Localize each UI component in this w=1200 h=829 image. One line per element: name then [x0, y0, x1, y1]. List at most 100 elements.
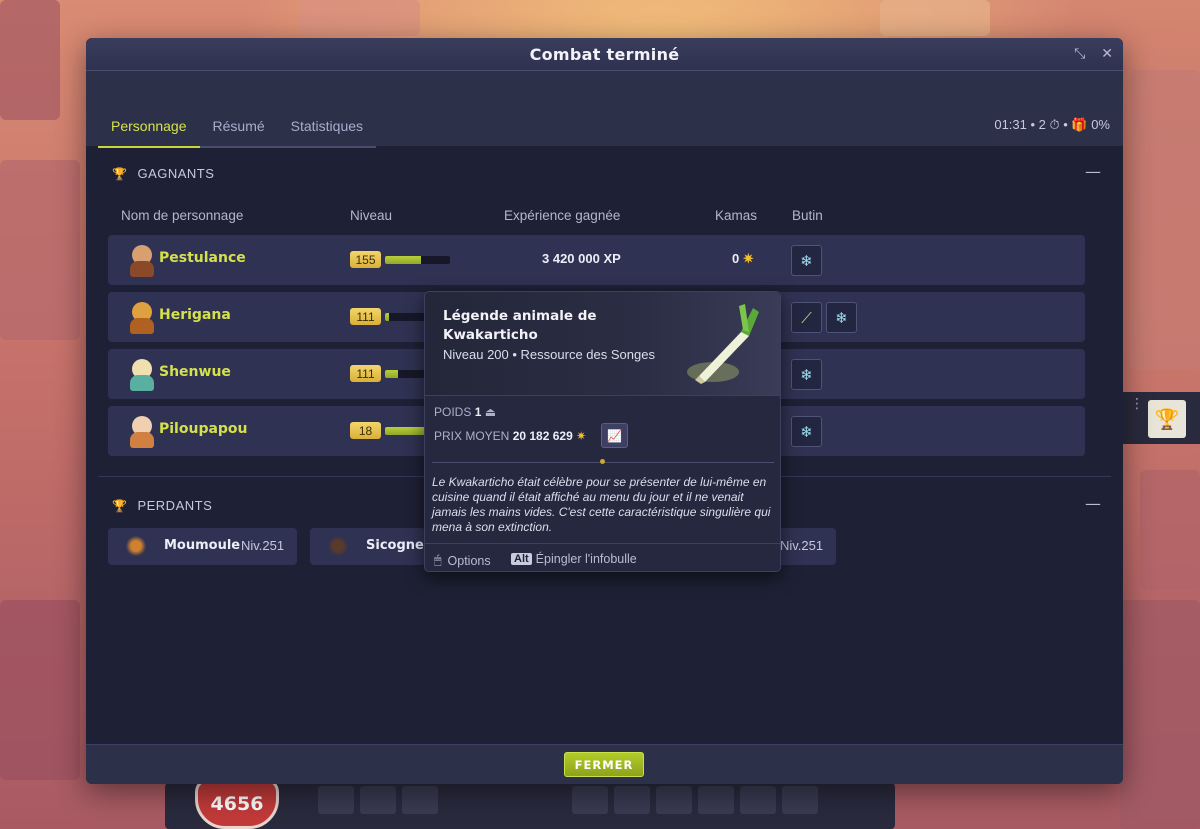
options-hint[interactable]: 🖱 Options	[434, 553, 491, 568]
character-name[interactable]: Herigana	[159, 307, 231, 323]
loser-card[interactable]: Niv.251	[776, 528, 836, 565]
item-name: Légende animale de Kwakarticho	[443, 308, 597, 343]
health-points-badge: 4656	[195, 778, 279, 829]
character-avatar	[126, 357, 156, 391]
spell-slot[interactable]	[740, 786, 776, 814]
close-button[interactable]: FERMER	[564, 752, 644, 777]
column-header-name: Nom de personnage	[121, 208, 244, 223]
spell-slot[interactable]	[698, 786, 734, 814]
winner-row[interactable]: Pestulance 155 3 420 000 XP 0 ✷ ❄	[108, 235, 1085, 285]
item-subtitle: Niveau 200 • Ressource des Songes	[443, 347, 655, 362]
loot-item-slot[interactable]: ❄	[791, 359, 822, 390]
loser-card[interactable]: Sicogne	[310, 528, 425, 565]
losers-header: 🏆 PERDANTS	[112, 498, 212, 513]
loot-item-slot[interactable]: ❄	[791, 245, 822, 276]
loser-card[interactable]: Moumoule Niv.251	[108, 528, 297, 565]
level-badge: 18	[350, 422, 381, 439]
loser-name[interactable]: Sicogne	[366, 538, 424, 553]
xp-progress-fill	[385, 313, 389, 321]
trophy-icon: 🏆	[112, 498, 128, 513]
background-rock	[0, 600, 80, 780]
loser-level: Niv.251	[241, 538, 285, 553]
leek-icon: ⟋	[801, 308, 812, 327]
mouse-icon: 🖱	[434, 553, 442, 567]
spell-slot[interactable]	[402, 786, 438, 814]
weight-row: POIDS 1 ⏏	[434, 405, 496, 419]
tab-statistiques[interactable]: Statistiques	[277, 118, 377, 148]
tab-personnage[interactable]: Personnage	[98, 118, 200, 148]
price-label: PRIX MOYEN	[434, 429, 510, 443]
loser-level: Niv.251	[780, 538, 824, 553]
collapse-losers-button[interactable]: —	[1085, 494, 1101, 513]
column-header-level: Niveau	[350, 208, 393, 223]
alt-key-badge: Alt	[511, 553, 532, 565]
loot-item-icon: ❄	[835, 308, 848, 327]
health-points-value: 4656	[210, 792, 264, 815]
footer-bar: FERMER	[86, 744, 1123, 784]
combat-meta: 01:31 • 2 ⏱ • 🎁 0%	[994, 117, 1110, 132]
character-avatar	[126, 300, 156, 334]
tab-bar: Personnage Résumé Statistiques	[98, 118, 377, 148]
pin-hint[interactable]: Alt Épingler l'infobulle	[511, 552, 637, 566]
leek-icon	[687, 304, 759, 384]
loot-item-slot[interactable]: ❄	[791, 416, 822, 447]
loot-item-icon: ❄	[800, 422, 813, 441]
winners-title: GAGNANTS	[137, 166, 215, 181]
character-name[interactable]: Pestulance	[159, 250, 246, 266]
collapse-winners-button[interactable]: —	[1085, 162, 1101, 181]
spell-slot[interactable]	[318, 786, 354, 814]
winners-header: 🏆 GAGNANTS	[112, 166, 214, 181]
kamas-gained: 0 ✷	[732, 251, 754, 267]
tab-resume[interactable]: Résumé	[199, 118, 278, 148]
xp-progress-fill	[385, 370, 398, 378]
level-badge: 111	[350, 308, 381, 325]
tooltip-footer: 🖱 Options Alt Épingler l'infobulle	[425, 543, 780, 572]
window-title: Combat terminé	[529, 44, 680, 64]
column-header-loot: Butin	[792, 208, 823, 223]
item-tooltip: Légende animale de Kwakarticho Niveau 20…	[424, 291, 781, 572]
background-rock	[300, 0, 420, 36]
level-badge: 111	[350, 365, 381, 382]
more-options-icon[interactable]: ⋮	[1130, 396, 1144, 412]
price-chart-button[interactable]: 📈	[601, 423, 628, 448]
loot-item-slot[interactable]: ⟋	[791, 302, 822, 333]
spell-slot[interactable]	[360, 786, 396, 814]
xp-progress-fill	[385, 256, 421, 264]
xp-progress-bar	[385, 256, 450, 264]
character-avatar	[326, 534, 350, 558]
character-name[interactable]: Piloupapou	[159, 421, 248, 437]
background-rock	[1120, 600, 1200, 829]
spell-slot[interactable]	[572, 786, 608, 814]
spell-slot[interactable]	[656, 786, 692, 814]
trophy-icon: 🏆	[1148, 400, 1186, 438]
price-row: PRIX MOYEN 20 182 629 ✷	[434, 429, 586, 443]
loser-name[interactable]: Moumoule	[164, 538, 240, 553]
weight-value: 1	[474, 405, 482, 419]
price-value: 20 182 629	[512, 429, 573, 443]
timeline-widget[interactable]: ⋮ 🏆	[1120, 392, 1200, 444]
minimize-icon[interactable]: ⤡	[1074, 46, 1085, 62]
item-description: Le Kwakarticho était célèbre pour se pré…	[432, 475, 771, 534]
kamas-icon: ✷	[742, 251, 754, 266]
background-rock	[1140, 470, 1200, 590]
close-icon[interactable]: ✕	[1101, 46, 1113, 62]
character-avatar	[124, 534, 148, 558]
column-header-kamas: Kamas	[715, 208, 758, 223]
character-avatar	[126, 414, 156, 448]
options-label: Options	[447, 553, 491, 568]
tooltip-header: Légende animale de Kwakarticho Niveau 20…	[425, 292, 780, 396]
loot-item-icon: ❄	[800, 251, 813, 270]
pin-label: Épingler l'infobulle	[535, 552, 637, 566]
loot-item-slot[interactable]: ❄	[826, 302, 857, 333]
spell-slot[interactable]	[782, 786, 818, 814]
spell-slot[interactable]	[614, 786, 650, 814]
weight-label: POIDS	[434, 405, 472, 419]
title-bar: Combat terminé ⤡ ✕	[86, 38, 1123, 71]
column-header-xp: Expérience gagnée	[504, 208, 621, 223]
separator-dot	[600, 459, 605, 464]
losers-title: PERDANTS	[137, 498, 213, 513]
character-name[interactable]: Shenwue	[159, 364, 231, 380]
weight-icon: ⏏	[484, 405, 497, 419]
xp-gained: 3 420 000 XP	[542, 251, 621, 266]
trophy-icon: 🏆	[112, 166, 128, 181]
